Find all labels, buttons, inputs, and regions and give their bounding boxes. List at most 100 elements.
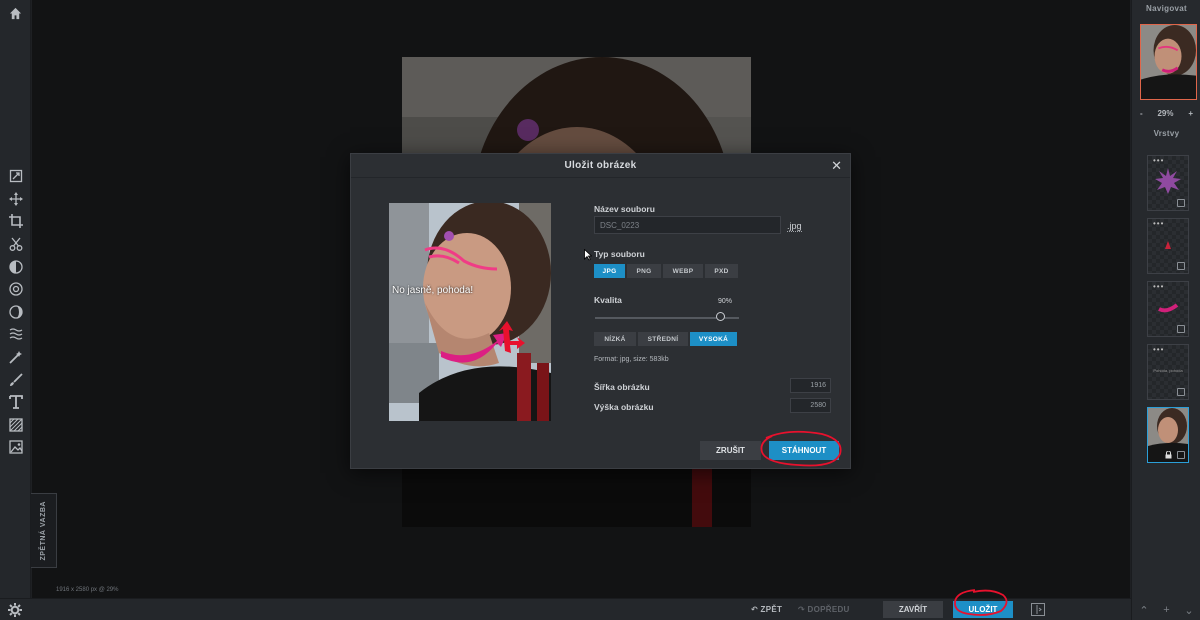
quality-low[interactable]: NÍZKÁ [594, 332, 636, 346]
stroke-shape-icon [1158, 303, 1179, 313]
quality-slider-handle[interactable] [716, 312, 725, 321]
zoom-in-button[interactable]: + [1188, 109, 1193, 118]
undo-button[interactable]: ↶ ZPĚT [751, 605, 782, 614]
cancel-button[interactable]: ZRUŠIT [700, 441, 761, 460]
save-image-dialog: Uložit obrázek ✕ No jasně, pohoda! Název… [350, 153, 851, 469]
quality-medium[interactable]: STŘEDNÍ [638, 332, 688, 346]
tool-list [0, 165, 31, 459]
layer-visibility-checkbox[interactable] [1177, 262, 1185, 270]
feedback-tab[interactable]: ZPĚTNÁ VAZBA [31, 493, 57, 568]
layers-footer: ⌃ + ⌄ [1132, 600, 1200, 620]
layer-visibility-checkbox[interactable] [1177, 451, 1185, 459]
tool-crop[interactable] [0, 210, 31, 233]
zoom-value: 29% [1157, 108, 1174, 118]
height-label: Výška obrázku [594, 402, 654, 412]
close-button[interactable]: ZAVŘÍT [883, 601, 943, 618]
zoom-controls: - 29% + [1132, 106, 1200, 120]
format-info: Format: jpg, size: 583kb [594, 356, 669, 363]
quality-high[interactable]: VYSOKÁ [690, 332, 737, 346]
sidebar-toggle-icon [1036, 605, 1042, 614]
home-button[interactable] [0, 0, 31, 26]
tool-effect[interactable] [0, 301, 31, 324]
filetype-pxd[interactable]: PXD [705, 264, 738, 278]
layer-brush-stroke[interactable]: ••• [1147, 281, 1189, 337]
layer-photo[interactable] [1147, 407, 1189, 463]
tool-cut[interactable] [0, 233, 31, 256]
tool-arrange[interactable] [0, 165, 31, 188]
quality-value: 90% [718, 298, 733, 305]
dialog-title: Uložit obrázek [564, 160, 637, 171]
filetype-png[interactable]: PNG [627, 264, 661, 278]
tool-heal[interactable] [0, 346, 31, 369]
layers-title: Vrstvy [1153, 129, 1180, 138]
image-preview: No jasně, pohoda! [389, 203, 551, 421]
tool-text[interactable] [0, 391, 31, 414]
move-layer-down-icon[interactable]: ⌄ [1184, 604, 1193, 617]
preview-caption-text: No jasně, pohoda! [392, 285, 474, 296]
tool-filter[interactable] [0, 278, 31, 301]
tool-liquify[interactable] [0, 323, 31, 346]
extension-label[interactable]: .jpg [787, 221, 802, 232]
tool-frame[interactable] [0, 414, 31, 437]
navigator-thumbnail[interactable] [1140, 24, 1197, 100]
layer-star[interactable]: ••• [1147, 155, 1189, 211]
bottom-bar: ↶ ZPĚT ↷ DOPŘEDU ZAVŘÍT ULOŽIT [0, 598, 1131, 620]
canvas-size-info: 1916 x 2580 px @ 29% [56, 587, 119, 593]
layer-arrow[interactable]: ••• [1147, 218, 1189, 274]
text-icon [8, 395, 23, 410]
add-layer-icon[interactable]: + [1163, 604, 1169, 616]
zoom-out-button[interactable]: - [1140, 109, 1143, 118]
tool-image[interactable] [0, 436, 31, 459]
arrow-shape-icon [1165, 241, 1171, 249]
home-icon [9, 7, 22, 19]
layer-text-thumb: Pohoda, pohoda [1153, 367, 1183, 373]
filename-input[interactable]: DSC_0223 [594, 216, 781, 234]
brush-icon [9, 373, 23, 386]
dialog-header: Uložit obrázek ✕ [351, 154, 850, 178]
filetype-webp[interactable]: WEBP [663, 264, 703, 278]
move-layer-up-icon[interactable]: ⌃ [1139, 604, 1148, 617]
effect-icon [8, 305, 23, 319]
width-input[interactable]: 1916 [790, 378, 831, 393]
crop-icon [8, 214, 23, 229]
left-toolbar [0, 0, 31, 600]
move-icon [8, 191, 23, 206]
save-button[interactable]: ULOŽIT [953, 601, 1013, 618]
layer-visibility-checkbox[interactable] [1177, 388, 1185, 396]
wand-icon [8, 351, 22, 364]
filter-icon [8, 282, 23, 296]
tool-draw[interactable] [0, 368, 31, 391]
adjust-icon [8, 260, 23, 274]
redo-button[interactable]: ↷ DOPŘEDU [798, 605, 850, 614]
layer-visibility-checkbox[interactable] [1177, 325, 1185, 333]
scissors-icon [9, 237, 22, 252]
layer-text[interactable]: ••• Pohoda, pohoda [1147, 344, 1189, 400]
quality-presets: NÍZKÁ STŘEDNÍ VYSOKÁ [594, 332, 737, 346]
width-label: Šířka obrázku [594, 382, 650, 392]
right-panel: Navigovat - 29% + Vrstvy ••• ••• ••• •••… [1131, 0, 1200, 620]
star-shape-icon [1155, 168, 1181, 194]
height-input[interactable]: 2580 [790, 398, 831, 413]
undo-icon: ↶ [751, 605, 761, 614]
photo-editor-app: 1916 x 2580 px @ 29% ZPĚTNÁ VAZBA Navigo… [0, 0, 1200, 620]
tool-adjust[interactable] [0, 255, 31, 278]
redo-icon: ↷ [798, 605, 808, 614]
pattern-icon [8, 418, 23, 432]
settings-button[interactable] [8, 603, 22, 620]
quality-label: Kvalita [594, 295, 622, 305]
filetype-jpg[interactable]: JPG [594, 264, 625, 278]
lock-icon [1165, 451, 1172, 459]
tool-move[interactable] [0, 188, 31, 211]
image-icon [8, 440, 23, 455]
download-button[interactable]: STÁHNOUT [769, 441, 839, 460]
panel-toggle-button[interactable] [1031, 603, 1045, 616]
filetype-label: Typ souboru [594, 249, 645, 259]
gear-icon [8, 603, 22, 617]
close-icon[interactable]: ✕ [831, 158, 842, 174]
layer-visibility-checkbox[interactable] [1177, 199, 1185, 207]
waves-icon [9, 328, 22, 341]
navigate-title: Navigovat [1146, 4, 1187, 13]
filetype-selector: JPG PNG WEBP PXD [594, 264, 738, 278]
filename-label: Název souboru [594, 204, 655, 214]
arrange-icon [9, 170, 22, 183]
